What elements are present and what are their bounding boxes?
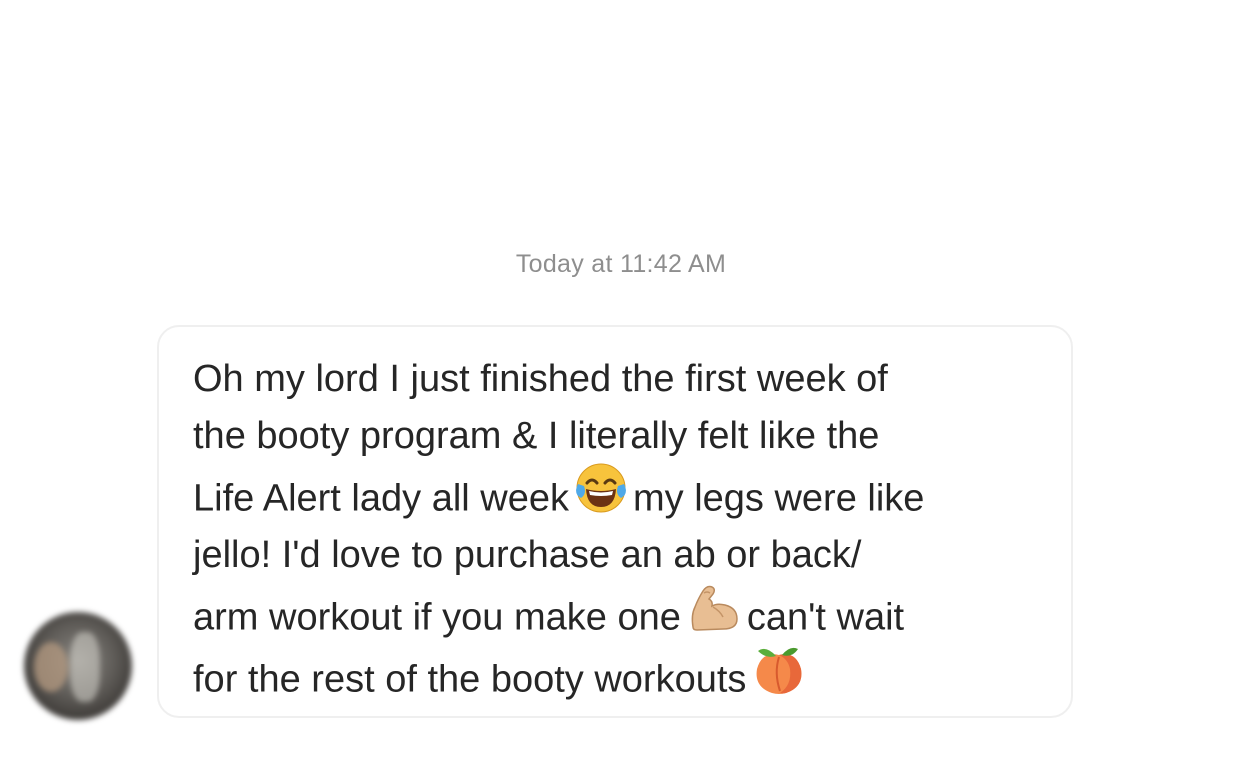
message-line-text: can't wait [746,596,905,639]
message-line: for the rest of the booty workouts [193,646,1053,703]
message-line-text: Life Alert lady all week [193,477,569,520]
message-line: the booty program & I literally felt lik… [193,415,880,457]
message-line: Oh my lord I just finished the first wee… [193,358,888,400]
message-bubble[interactable]: Oh my lord I just finished the first wee… [157,325,1073,718]
avatar[interactable] [24,612,132,720]
message-line-text: my legs were like [632,477,925,520]
message-line: arm workout if you make one can't wait [193,584,1053,646]
face-with-tears-of-joy-icon [575,462,627,533]
message-line: Life Alert lady all week my legs were li… [193,463,1053,527]
message-line: jello! I'd love to purchase an ab or bac… [193,534,862,576]
message-timestamp: Today at 11:42 AM [515,250,727,278]
flexed-biceps-icon [687,581,741,652]
message-line-text: for the rest of the booty workouts [193,658,747,701]
peach-icon [752,643,806,714]
message-line-text: arm workout if you make one [193,596,681,639]
message-text: Oh my lord I just finished the first wee… [193,351,1053,703]
